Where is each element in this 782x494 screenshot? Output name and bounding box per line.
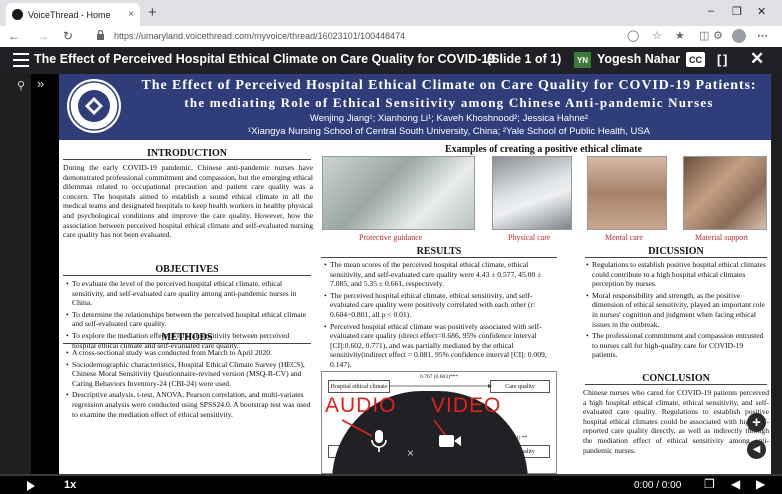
video-annotation-label: VIDEO bbox=[431, 394, 502, 417]
results-heading: RESULTS bbox=[321, 246, 557, 258]
conclusion-text: Chinese nurses who cared for COVID-19 pa… bbox=[583, 388, 769, 455]
playback-speed-button[interactable]: 1x bbox=[64, 479, 76, 491]
university-seal-icon bbox=[67, 79, 121, 133]
voicethread-favicon-icon bbox=[12, 9, 23, 20]
back-arrow-icon[interactable]: ← bbox=[8, 29, 20, 43]
comment-nav-left-icon[interactable]: ◀ bbox=[747, 440, 766, 459]
recorder-close-icon[interactable]: × bbox=[407, 446, 414, 460]
methods-heading: METHODS bbox=[63, 332, 311, 344]
poster-subtitle: the mediating Role of Ethical Sensitivit… bbox=[184, 95, 714, 110]
list-item: To evaluate the level of the perceived h… bbox=[63, 279, 313, 308]
poster-affiliations: ¹Xiangya Nursing School of Central South… bbox=[247, 126, 650, 137]
list-item: Perceived hospital ethical climate was p… bbox=[321, 322, 561, 368]
examples-heading: Examples of creating a positive ethical … bbox=[445, 144, 643, 155]
physical-care-photo bbox=[492, 156, 572, 230]
list-item: To determine the relationships between t… bbox=[63, 310, 313, 329]
list-item: Moral responsibility and strength, as th… bbox=[583, 291, 769, 329]
material-support-photo bbox=[683, 156, 767, 230]
slide-counter: (Slide 1 of 1) bbox=[487, 52, 562, 66]
browser-tab[interactable]: VoiceThread - Home × bbox=[6, 3, 140, 26]
caption-physical-care: Physical care bbox=[508, 233, 551, 242]
poster-authors: Wenjing Jiang¹; Xianhong Li¹; Kaveh Khos… bbox=[309, 113, 589, 124]
list-item: The perceived hospital ethical climate, … bbox=[321, 291, 561, 320]
collections-icon[interactable]: ◫ bbox=[699, 29, 709, 43]
window-maximize-button[interactable]: ❐ bbox=[732, 5, 742, 18]
fullscreen-icon[interactable]: [ ] bbox=[717, 52, 727, 67]
audio-annotation-label: AUDIO bbox=[325, 394, 397, 417]
list-item: Descriptive analysis, t-test, ANOVA, Pea… bbox=[63, 390, 313, 419]
methods-list: A cross-sectional study was conducted fr… bbox=[63, 348, 313, 474]
protective-guidance-photo bbox=[322, 156, 475, 230]
window-minimize-button[interactable]: – bbox=[708, 5, 714, 17]
browser-menu-icon[interactable]: ⋯ bbox=[757, 29, 768, 43]
forward-arrow-icon[interactable]: → bbox=[37, 29, 49, 43]
conclusion-heading: CONCLUSION bbox=[585, 373, 767, 385]
window-close-button[interactable]: ✕ bbox=[757, 5, 766, 18]
tab-title: VoiceThread - Home bbox=[28, 9, 111, 20]
microphone-record-icon[interactable] bbox=[367, 428, 391, 454]
introduction-heading: INTRODUCTION bbox=[63, 148, 311, 160]
extensions-icon[interactable]: ⚙ bbox=[713, 29, 723, 43]
screen: VoiceThread - Home × + – ❐ ✕ ← → ↻ https… bbox=[0, 0, 782, 494]
lock-icon bbox=[97, 30, 104, 40]
favorites-bar-icon[interactable]: ★ bbox=[675, 29, 685, 43]
playback-progress-track[interactable] bbox=[0, 474, 782, 476]
user-name[interactable]: Yogesh Nahar bbox=[597, 52, 680, 66]
objectives-heading: OBJECTIVES bbox=[63, 264, 311, 276]
list-item: The professional commitment and compassi… bbox=[583, 331, 769, 360]
hamburger-menu-icon[interactable] bbox=[13, 53, 29, 67]
list-item: Regulations to establish positive hospit… bbox=[583, 260, 769, 289]
next-slide-icon[interactable]: ▶ bbox=[756, 477, 765, 491]
caption-protective-guidance: Protective guidance bbox=[359, 233, 423, 242]
introduction-text: During the early COVID-19 pandemic, Chin… bbox=[63, 163, 313, 240]
list-item: Sociodemographic characteristics, Hospit… bbox=[63, 360, 313, 389]
closed-captions-button[interactable]: CC bbox=[686, 52, 705, 67]
list-item: The mean scores of the perceived hospita… bbox=[321, 260, 561, 289]
previous-slide-icon[interactable]: ◀ bbox=[731, 477, 740, 491]
thread-title: The Effect of Perceived Hospital Ethical… bbox=[34, 52, 496, 66]
close-thread-icon[interactable]: ✕ bbox=[750, 49, 764, 69]
expand-panel-chevron-icon[interactable]: » bbox=[37, 76, 44, 91]
results-list: The mean scores of the perceived hospita… bbox=[321, 260, 561, 368]
browser-profile-avatar[interactable] bbox=[732, 29, 746, 43]
new-tab-button[interactable]: + bbox=[148, 5, 157, 20]
user-initials-badge[interactable]: YN bbox=[574, 52, 591, 68]
discussion-list: Regulations to establish positive hospit… bbox=[583, 260, 769, 372]
tab-close-icon[interactable]: × bbox=[128, 9, 134, 20]
add-comment-plus-icon[interactable]: + bbox=[747, 413, 766, 432]
slides-view-icon[interactable]: ❐ bbox=[704, 477, 715, 491]
read-aloud-icon[interactable]: ◯ bbox=[627, 29, 639, 43]
refresh-icon[interactable]: ↻ bbox=[63, 29, 73, 43]
discussion-heading: DICUSSION bbox=[585, 246, 767, 258]
playback-time: 0:00 / 0:00 bbox=[634, 480, 682, 491]
list-item: A cross-sectional study was conducted fr… bbox=[63, 348, 313, 358]
play-icon[interactable] bbox=[27, 481, 35, 491]
mental-care-photo bbox=[587, 156, 667, 230]
diagram-coef-top: 0.767 (0.603)*** bbox=[420, 374, 459, 380]
right-side-panel bbox=[770, 74, 782, 474]
poster-title: The Effect of Perceived Hospital Ethical… bbox=[141, 78, 757, 93]
video-camera-record-icon[interactable] bbox=[438, 433, 462, 449]
favorite-star-icon[interactable]: ☆ bbox=[652, 29, 662, 43]
left-side-panel bbox=[0, 74, 31, 474]
caption-material-support: Material support bbox=[695, 233, 749, 242]
objectives-list: To evaluate the level of the perceived h… bbox=[63, 279, 313, 356]
caption-mental-care: Mental care bbox=[605, 233, 643, 242]
url-field[interactable]: https://umaryland.voicethread.com/myvoic… bbox=[114, 31, 405, 41]
search-icon[interactable]: ⚲ bbox=[17, 79, 25, 92]
